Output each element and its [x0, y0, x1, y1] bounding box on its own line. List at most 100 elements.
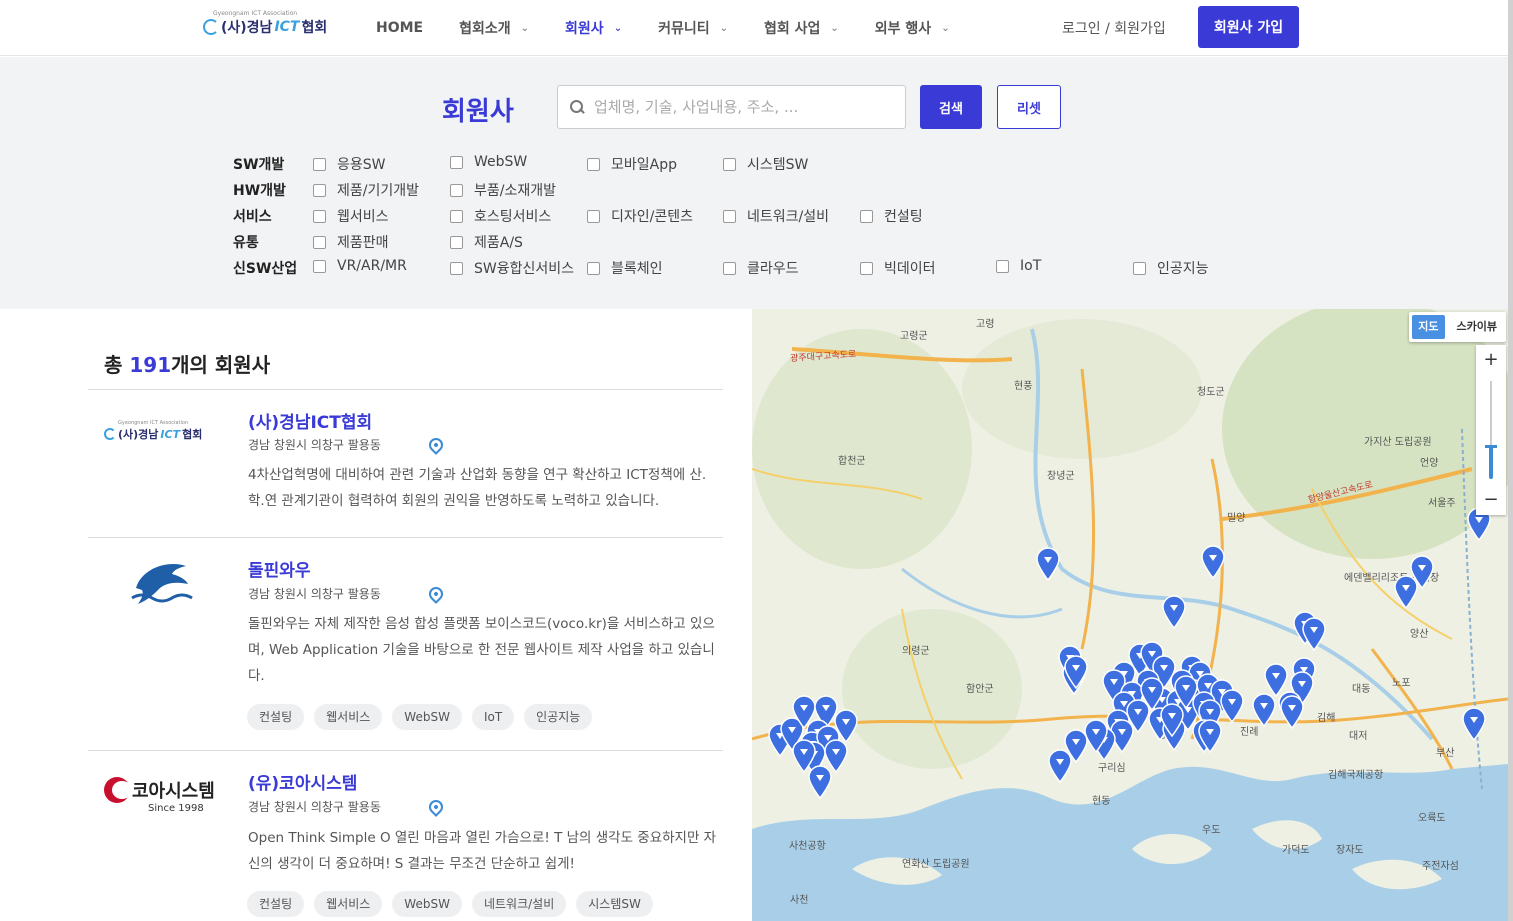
tag[interactable]: 컨설팅	[247, 704, 305, 730]
member-description: 돌핀와우는 자체 제작한 음성 합성 플랫폼 보이스코드(voco.kr)을 서…	[248, 616, 715, 684]
tag[interactable]: 웹서비스	[314, 891, 383, 917]
nav-projects[interactable]: 협회 사업 ⌄	[764, 18, 839, 38]
checkbox[interactable]	[313, 209, 326, 223]
nav-home[interactable]: HOME	[376, 20, 423, 36]
join-member-button[interactable]: 회원사 가입	[1198, 6, 1299, 48]
category-option[interactable]: 제품판매	[313, 232, 389, 252]
checkbox[interactable]	[313, 259, 326, 273]
map-place-label: 청도군	[1197, 387, 1225, 398]
category-option[interactable]: 빅데이터	[860, 258, 936, 278]
member-list: 총 191개의 회원사 Gyeongnam ICT Association (사…	[88, 309, 723, 921]
tag[interactable]: WebSW	[392, 704, 462, 730]
member-card[interactable]: 돌핀와우 경남 창원시 의창구 팔용동 돌핀와우는 자체 제작한 음성 합성 플…	[88, 538, 723, 751]
login-link[interactable]: 로그인 / 회원가입	[1062, 18, 1166, 38]
tag-list: 컨설팅 웹서비스 WebSW 네트워크/설비 시스템SW	[247, 891, 663, 917]
category-option[interactable]: 컨설팅	[860, 206, 923, 226]
checkbox[interactable]	[996, 259, 1009, 273]
member-card[interactable]: Gyeongnam ICT Association (사)경남 ICT 협회 (…	[88, 390, 723, 538]
map-place-label: 사천	[790, 895, 809, 906]
checkbox[interactable]	[587, 209, 600, 223]
category-option[interactable]: IoT	[996, 258, 1041, 274]
search-button[interactable]: 검색	[920, 85, 982, 129]
site-logo[interactable]: Gyeongnam ICT Association (사)경남 ICT 협회	[203, 10, 327, 46]
category-option[interactable]: 제품/기기개발	[313, 180, 419, 200]
chevron-down-icon: ⌄	[613, 22, 623, 34]
checkbox[interactable]	[450, 235, 463, 249]
map-place-label: 대저	[1349, 731, 1368, 742]
main-nav: HOME 협회소개 ⌄ 회원사 ⌄ 커뮤니티 ⌄ 협회 사업 ⌄ 외부 행사 ⌄	[376, 0, 986, 56]
checkbox[interactable]	[450, 209, 463, 223]
nav-events[interactable]: 외부 행사 ⌄	[875, 18, 950, 38]
map-place-label: 창녕군	[1047, 471, 1075, 482]
map-pin-icon[interactable]	[425, 434, 446, 455]
checkbox[interactable]	[313, 183, 326, 197]
map-base	[752, 309, 1508, 921]
category-option[interactable]: 시스템SW	[723, 154, 808, 174]
category-option[interactable]: 부품/소재개발	[450, 180, 556, 200]
member-map[interactable]: 고령군 고령 현풍 청도군 합천군 창녕군 밀양 가지산 도립공원 언양 서울주 에덴밸리리조트 스…	[752, 309, 1508, 921]
category-option[interactable]: 클라우드	[723, 258, 799, 278]
category-option[interactable]: 모바일App	[587, 154, 677, 174]
checkbox[interactable]	[723, 261, 736, 275]
checkbox[interactable]	[313, 235, 326, 249]
category-option[interactable]: 네트워크/설비	[723, 206, 829, 226]
map-place-label: 언양	[1420, 458, 1439, 469]
zoom-level	[1489, 445, 1493, 479]
tag[interactable]: 인공지능	[524, 704, 593, 730]
checkbox[interactable]	[313, 157, 326, 171]
checkbox[interactable]	[450, 155, 463, 169]
category-option[interactable]: 웹서비스	[313, 206, 389, 226]
map-pin-icon[interactable]	[425, 796, 446, 817]
category-option[interactable]: WebSW	[450, 154, 527, 170]
tag[interactable]: IoT	[471, 704, 515, 730]
map-type-skyview[interactable]: 스카이뷰	[1448, 312, 1506, 342]
category-option[interactable]: 디자인/콘텐츠	[587, 206, 693, 226]
page-scrollbar[interactable]	[1508, 0, 1513, 921]
tag-list: 컨설팅 웹서비스 WebSW IoT 인공지능	[247, 704, 602, 730]
nav-community[interactable]: 커뮤니티 ⌄	[658, 18, 728, 38]
member-name[interactable]: 돌핀와우	[248, 556, 311, 581]
search-box[interactable]	[557, 85, 906, 129]
member-name[interactable]: (유)코아시스템	[248, 769, 357, 794]
nav-members[interactable]: 회원사 ⌄	[565, 18, 622, 38]
category-option[interactable]: 호스팅서비스	[450, 206, 551, 226]
category-option[interactable]: 인공지능	[1133, 258, 1209, 278]
category-label: SW개발	[233, 157, 285, 173]
member-card[interactable]: 코아시스템 Since 1998 (유)코아시스템 경남 창원시 의창구 팔용동…	[88, 751, 723, 921]
checkbox[interactable]	[860, 209, 873, 223]
map-place-label: 대동	[1352, 684, 1371, 695]
category-option[interactable]: VR/AR/MR	[313, 258, 407, 274]
nav-about[interactable]: 협회소개 ⌄	[459, 18, 529, 38]
search-input[interactable]	[594, 98, 894, 116]
category-option[interactable]: 응용SW	[313, 154, 386, 174]
member-name[interactable]: (사)경남ICT협회	[248, 408, 372, 433]
category-label: 서비스	[233, 209, 272, 225]
checkbox[interactable]	[723, 209, 736, 223]
zoom-out-button[interactable]: −	[1476, 485, 1506, 515]
map-type-map[interactable]: 지도	[1412, 315, 1445, 339]
tag[interactable]: 시스템SW	[576, 891, 653, 917]
checkbox[interactable]	[723, 157, 736, 171]
category-option[interactable]: 제품A/S	[450, 232, 523, 252]
member-address: 경남 창원시 의창구 팔용동	[248, 438, 381, 452]
tag[interactable]: 컨설팅	[247, 891, 305, 917]
tag[interactable]: 웹서비스	[314, 704, 383, 730]
map-place-label: 사천공항	[789, 841, 826, 852]
checkbox[interactable]	[587, 157, 600, 171]
map-place-label: 함안군	[966, 684, 994, 695]
category-option[interactable]: 블록체인	[587, 258, 663, 278]
tag[interactable]: WebSW	[392, 891, 462, 917]
checkbox[interactable]	[587, 261, 600, 275]
member-logo: Gyeongnam ICT Association (사)경남 ICT 협회	[104, 420, 202, 442]
checkbox[interactable]	[1133, 261, 1146, 275]
tag[interactable]: 네트워크/설비	[471, 891, 567, 917]
zoom-in-button[interactable]: +	[1476, 345, 1506, 375]
checkbox[interactable]	[860, 261, 873, 275]
reset-button[interactable]: 리셋	[997, 85, 1061, 129]
member-logo: 코아시스템 Since 1998	[104, 777, 215, 814]
map-pin-icon[interactable]	[425, 583, 446, 604]
checkbox[interactable]	[450, 183, 463, 197]
category-option[interactable]: SW융합신서비스	[450, 258, 574, 278]
logo-subtitle: Gyeongnam ICT Association	[213, 10, 298, 17]
checkbox[interactable]	[450, 261, 463, 275]
